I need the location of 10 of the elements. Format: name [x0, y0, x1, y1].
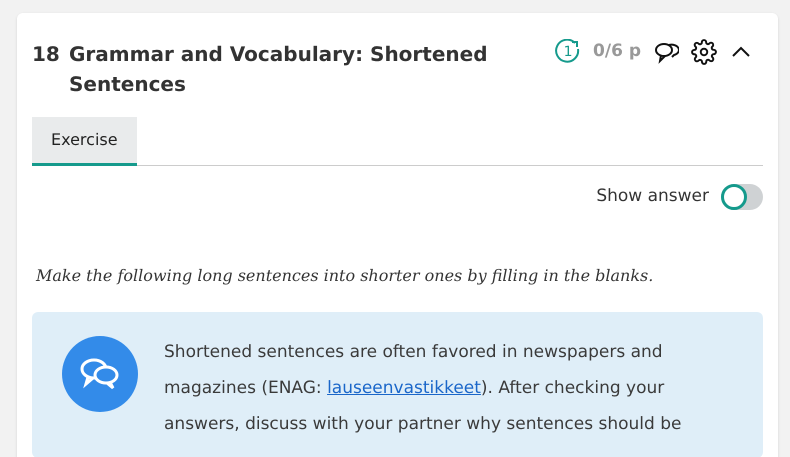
show-answer-toggle[interactable]: [721, 184, 763, 210]
show-answer-label: Show answer: [596, 185, 709, 208]
score-text: 0/6 p: [593, 40, 641, 64]
instruction-text: Make the following long sentences into shorter ones by filling in the blanks.: [36, 265, 654, 287]
exercise-tab[interactable]: Exercise: [32, 117, 137, 166]
settings-icon[interactable]: [691, 39, 717, 65]
glossary-link[interactable]: lauseenvastikkeet: [327, 378, 481, 398]
exercise-number: 18: [32, 41, 61, 68]
exercise-title: Grammar and Vocabulary: Shortened Sentences: [69, 41, 489, 98]
info-text: Shortened sentences are often favored in newspapers and magazines (ENAG: lauseenvastikkeet). After checking your answers, discuss with your partner why sentences should be: [164, 341, 682, 436]
